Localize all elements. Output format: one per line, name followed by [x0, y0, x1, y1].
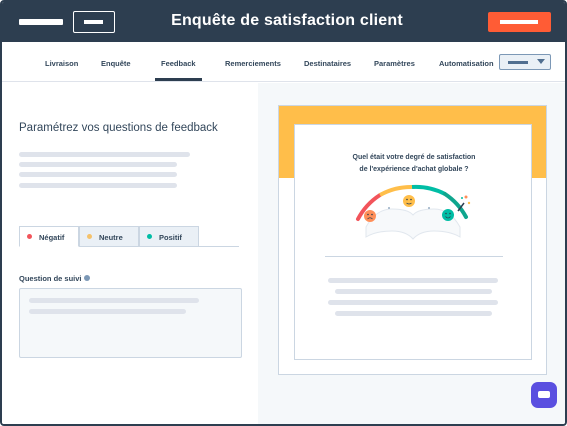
description-placeholder-line	[19, 183, 177, 188]
tab-bar: Livraison Enquête Feedback Remerciements…	[2, 42, 565, 82]
chevron-down-icon	[537, 59, 545, 64]
follow-up-question-input[interactable]	[19, 288, 242, 358]
description-placeholder-line	[19, 162, 177, 167]
tab-neutre[interactable]: Neutre	[79, 226, 139, 247]
tab-livraison[interactable]: Livraison	[45, 59, 78, 68]
placeholder-line	[29, 309, 186, 314]
chat-button[interactable]	[531, 382, 557, 408]
page-title: Enquête de satisfaction client	[171, 12, 403, 29]
info-icon[interactable]	[84, 275, 90, 281]
description-placeholder-line	[19, 172, 177, 177]
top-navigation-bar: Enquête de satisfaction client	[2, 2, 565, 42]
survey-card: Quel était votre degré de satisfaction d…	[294, 124, 532, 360]
divider	[325, 256, 503, 257]
neutral-dot-icon	[87, 234, 92, 239]
tab-label: Positif	[159, 233, 182, 242]
placeholder-line	[29, 298, 199, 303]
answer-placeholder-line	[335, 289, 492, 294]
app-window: Enquête de satisfaction client Livraison…	[0, 0, 567, 426]
chat-icon	[538, 391, 550, 398]
question-line: Quel était votre degré de satisfaction	[352, 154, 476, 161]
follow-up-question-label: Question de suivi	[19, 274, 82, 283]
tab-label: Négatif	[39, 233, 65, 242]
logo	[19, 19, 63, 25]
description-placeholder-line	[19, 152, 190, 157]
happy-face-icon[interactable]	[442, 209, 454, 221]
answer-placeholder-line	[328, 300, 498, 305]
preview-frame: Quel était votre degré de satisfaction d…	[278, 105, 547, 375]
survey-preview-panel: Quel était votre degré de satisfaction d…	[258, 83, 565, 424]
sentiment-tabs: Négatif Neutre Positif	[19, 226, 239, 247]
tab-automatisation[interactable]: Automatisation	[439, 59, 494, 68]
sad-face-icon[interactable]	[364, 210, 376, 222]
tab-negatif[interactable]: Négatif	[19, 226, 79, 247]
negative-dot-icon	[27, 234, 32, 239]
tab-label: Neutre	[99, 233, 123, 242]
primary-action-button[interactable]	[488, 12, 551, 32]
tab-remerciements[interactable]: Remerciements	[225, 59, 281, 68]
active-tab-indicator	[155, 78, 202, 81]
feedback-settings-panel: Paramétrez vos questions de feedback Nég…	[2, 83, 258, 424]
answer-placeholder-line	[328, 278, 498, 283]
answer-placeholder-line	[335, 311, 492, 316]
tab-positif[interactable]: Positif	[139, 226, 199, 247]
tab-enquete[interactable]: Enquête	[101, 59, 131, 68]
satisfaction-gauge[interactable]	[352, 181, 474, 251]
section-title: Paramétrez vos questions de feedback	[19, 122, 218, 134]
survey-question: Quel était votre degré de satisfaction d…	[305, 152, 523, 176]
tab-actions-dropdown[interactable]	[499, 54, 551, 70]
secondary-header-button[interactable]	[73, 11, 115, 33]
tab-destinataires[interactable]: Destinataires	[304, 59, 351, 68]
neutral-face-icon[interactable]	[403, 195, 415, 207]
tab-feedback[interactable]: Feedback	[161, 59, 196, 68]
question-line: de l'expérience d'achat globale ?	[359, 166, 469, 173]
positive-dot-icon	[147, 234, 152, 239]
tab-parametres[interactable]: Paramètres	[374, 59, 415, 68]
